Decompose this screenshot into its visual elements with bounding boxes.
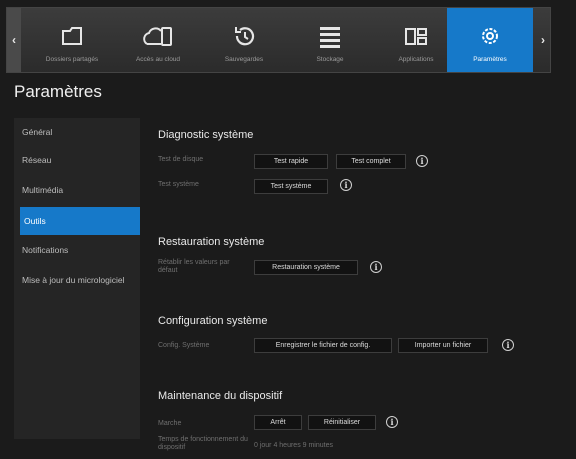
system-restore-button[interactable]: Restauration système (254, 260, 358, 275)
uptime-label: Temps de fonctionnement du dispositif (158, 436, 248, 451)
info-icon[interactable]: i (340, 179, 352, 191)
nav-item-backups[interactable]: Sauvegardes (201, 8, 287, 72)
section-title-restore: Restauration système (158, 236, 265, 248)
nav-item-cloud-access[interactable]: Accès au cloud (115, 8, 201, 72)
section-title-configuration: Configuration système (158, 315, 268, 327)
storage-stack-icon (320, 27, 340, 48)
section-title-maintenance: Maintenance du dispositif (158, 390, 283, 402)
nav-item-label: Paramètres (473, 56, 507, 63)
sidebar-item-firmware-update[interactable]: Mise à jour du micrologiciel (14, 266, 140, 294)
system-test-button[interactable]: Test système (254, 179, 328, 194)
sidebar-item-notifications[interactable]: Notifications (14, 236, 140, 264)
import-file-button[interactable]: Importer un fichier (398, 338, 488, 353)
reboot-button[interactable]: Réinitialiser (308, 415, 376, 430)
page-title: Paramètres (14, 82, 102, 101)
sidebar-item-tools[interactable]: Outils (20, 207, 140, 235)
info-icon[interactable]: i (386, 416, 398, 428)
nav-item-label: Sauvegardes (224, 56, 264, 63)
nav-item-label: Dossiers partagés (45, 56, 99, 63)
system-config-label: Config. Système (158, 342, 210, 349)
quick-test-button[interactable]: Test rapide (254, 154, 328, 169)
power-off-button[interactable]: Arrêt (254, 415, 302, 430)
nav-prev-arrow[interactable]: ‹ (7, 8, 21, 72)
gear-icon (482, 28, 498, 44)
apps-grid-icon (405, 28, 427, 45)
nav-item-label: Applications (398, 56, 434, 63)
section-title-diagnostic: Diagnostic système (158, 129, 254, 141)
nav-item-label: Accès au cloud (135, 56, 181, 63)
restore-defaults-label: Rétablir les valeurs par défaut (158, 259, 230, 274)
sidebar-item-multimedia[interactable]: Multimédia (14, 176, 140, 204)
shared-folder-icon (62, 27, 82, 45)
info-icon[interactable]: i (502, 339, 514, 351)
save-config-file-button[interactable]: Enregistrer le fichier de config. (254, 338, 392, 353)
sidebar-item-general[interactable]: Général (14, 118, 140, 146)
full-test-button[interactable]: Test complet (336, 154, 406, 169)
app-window: ‹ Dossiers partagés Accès au cloud Sauve… (0, 0, 576, 459)
nav-next-arrow[interactable]: › (536, 8, 550, 72)
top-navigation-bar: ‹ Dossiers partagés Accès au cloud Sauve… (6, 7, 551, 73)
nav-item-storage[interactable]: Stockage (287, 8, 373, 72)
settings-sidebar: Général Réseau Multimédia Outils Notific… (14, 118, 140, 439)
nav-item-settings[interactable]: Paramètres (447, 8, 533, 72)
nav-item-shared-folders[interactable]: Dossiers partagés (29, 8, 115, 72)
info-icon[interactable]: i (416, 155, 428, 167)
nav-item-label: Stockage (316, 56, 344, 63)
backup-clock-icon (235, 27, 255, 46)
system-test-label: Test système (158, 181, 199, 188)
power-label: Marche (158, 420, 182, 427)
disk-test-label: Test de disque (158, 156, 204, 163)
cloud-device-icon (143, 27, 172, 46)
info-icon[interactable]: i (370, 261, 382, 273)
sidebar-item-network[interactable]: Réseau (14, 146, 140, 174)
tools-panel: Diagnostic système Test de disque Test r… (146, 118, 566, 459)
uptime-value: 0 jour 4 heures 9 minutes (254, 442, 333, 449)
